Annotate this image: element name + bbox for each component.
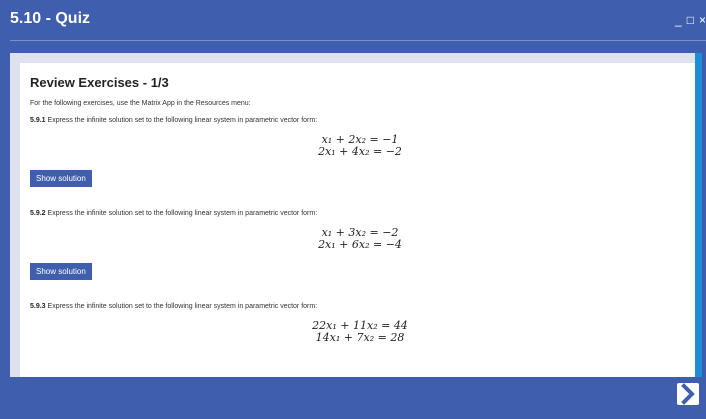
content-stage: Review Exercises - 1/3 For the following… xyxy=(10,53,702,377)
show-solution-button[interactable]: Show solution xyxy=(30,263,92,280)
chevron-right-icon xyxy=(681,383,695,405)
equation-system: x₁ + 3x₂ = −2 2x₁ + 6x₂ = −4 xyxy=(30,227,690,251)
exercise-number: 5.9.2 xyxy=(30,210,46,217)
footer-bar xyxy=(0,377,706,419)
equation-system: x₁ + 2x₂ = −1 2x₁ + 4x₂ = −2 xyxy=(30,134,690,158)
intro-text: For the following exercises, use the Mat… xyxy=(30,100,251,107)
title-bar: 5.10 - Quiz _ □ × xyxy=(0,0,706,40)
exercise-text: Express the infinite solution set to the… xyxy=(47,303,318,310)
minimize-icon[interactable]: _ xyxy=(675,13,682,27)
exercise-text: Express the infinite solution set to the… xyxy=(47,117,318,124)
equation-line: 2x₁ + 4x₂ = −2 xyxy=(318,145,402,158)
exercise-prompt: 5.9.3 Express the infinite solution set … xyxy=(30,303,690,310)
title-divider xyxy=(10,40,706,41)
window-controls: _ □ × xyxy=(675,13,706,27)
exercise-prompt: 5.9.2 Express the infinite solution set … xyxy=(30,210,690,217)
maximize-icon[interactable]: □ xyxy=(687,13,694,27)
quiz-card: Review Exercises - 1/3 For the following… xyxy=(20,63,702,377)
window-title: 5.10 - Quiz xyxy=(10,10,91,27)
page-title: Review Exercises - 1/3 xyxy=(30,75,169,90)
exercise-number: 5.9.1 xyxy=(30,117,46,124)
quiz-content: Review Exercises - 1/3 For the following… xyxy=(30,75,690,354)
equation-line: 14x₁ + 7x₂ = 28 xyxy=(315,331,405,344)
exercise-prompt: 5.9.1 Express the infinite solution set … xyxy=(30,117,690,124)
next-button[interactable] xyxy=(677,383,699,405)
scrollbar[interactable] xyxy=(695,53,702,377)
show-solution-button[interactable]: Show solution xyxy=(30,170,92,187)
equation-system: 22x₁ + 11x₂ = 44 14x₁ + 7x₂ = 28 xyxy=(30,320,690,344)
exercise-text: Express the infinite solution set to the… xyxy=(47,210,318,217)
equation-line: 2x₁ + 6x₂ = −4 xyxy=(318,238,402,251)
exercise-number: 5.9.3 xyxy=(30,303,46,310)
close-icon[interactable]: × xyxy=(699,13,706,27)
